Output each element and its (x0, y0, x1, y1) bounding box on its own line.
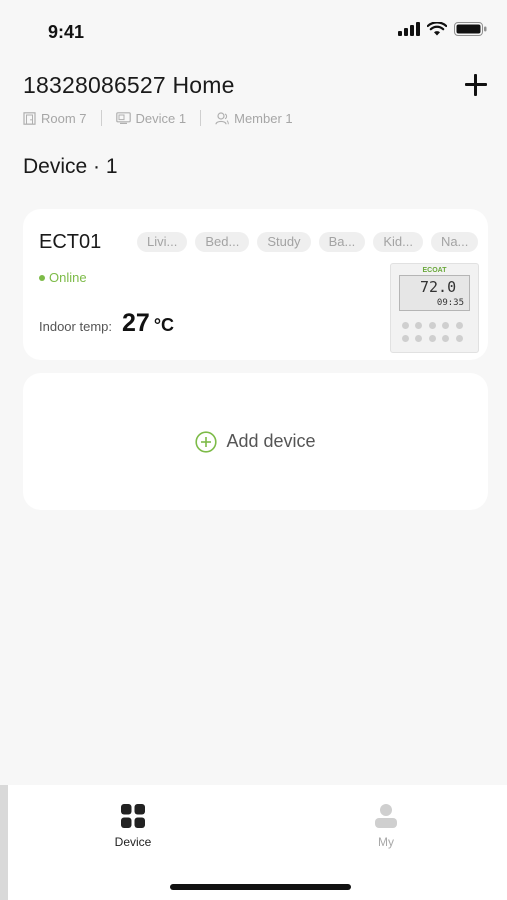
tab-my[interactable]: My (326, 803, 446, 849)
add-button[interactable] (463, 72, 489, 98)
tab-device[interactable]: Device (73, 803, 193, 849)
home-meta: Room 7 Device 1 Member 1 (23, 110, 293, 126)
device-count[interactable]: Device 1 (115, 110, 187, 126)
device-section-title: Device · 1 (23, 155, 118, 178)
add-device-button[interactable]: Add device (23, 373, 488, 510)
indoor-temp: Indoor temp: 27 °C (39, 309, 174, 338)
device-count-label: Device 1 (135, 110, 187, 126)
thermostat-key (442, 335, 450, 342)
indoor-temp-label: Indoor temp: (39, 319, 112, 334)
thermostat-screen-time: 09:35 (436, 298, 464, 308)
thermostat-key (415, 335, 423, 342)
room-count[interactable]: Room 7 (23, 111, 87, 126)
plus-circle-icon (195, 430, 218, 453)
thermostat-image: ECOAT 72.0 09:35 (390, 263, 479, 353)
screen-edge (0, 785, 8, 900)
room-tag[interactable]: Kid... (373, 232, 423, 252)
thermostat-key (402, 335, 409, 342)
device-name: ECT01 (39, 231, 102, 253)
indoor-temp-unit: °C (153, 315, 175, 335)
status-bar: 9:41 (0, 0, 507, 60)
room-tag[interactable]: Livi... (137, 232, 188, 252)
home-title[interactable]: 18328086527 Home (23, 72, 489, 99)
add-device-label: Add device (226, 431, 316, 451)
indoor-temp-value: 27 (122, 309, 150, 337)
device-card[interactable]: ECT01 Livi... Bed... Study Ba... Kid... … (23, 209, 488, 360)
room-tag[interactable]: Ba... (318, 232, 366, 252)
divider (100, 110, 102, 126)
tab-my-label: My (378, 835, 394, 849)
device-icon (115, 112, 131, 124)
tab-device-label: Device (114, 835, 152, 849)
online-status-label: Online (49, 270, 87, 285)
thermostat-keypad (402, 322, 469, 342)
thermostat-key (428, 322, 436, 329)
status-icons (398, 22, 487, 36)
wifi-icon (427, 22, 447, 36)
thermostat-key (402, 322, 409, 329)
thermostat-key (442, 322, 450, 329)
member-icon (215, 111, 229, 124)
door-icon (23, 111, 36, 125)
thermostat-key (455, 335, 463, 342)
thermostat-screen-temp: 72.0 (420, 278, 457, 296)
signal-icon (398, 22, 420, 36)
grid-icon (121, 804, 145, 828)
tab-bar: Device My (8, 785, 507, 900)
person-icon (375, 804, 397, 828)
room-tag[interactable]: Study (257, 232, 311, 252)
battery-icon (454, 22, 487, 36)
thermostat-key (428, 335, 436, 342)
thermostat-brand-logo: ECOAT (422, 267, 447, 274)
room-tag[interactable]: Na... (430, 232, 479, 252)
room-count-label: Room 7 (41, 110, 87, 126)
thermostat-key (455, 322, 463, 329)
home-indicator (170, 884, 351, 890)
divider (200, 110, 202, 126)
member-count[interactable]: Member 1 (215, 111, 293, 126)
online-dot-icon (39, 274, 45, 281)
thermostat-key (415, 322, 423, 329)
room-tag-list: Livi... Bed... Study Ba... Kid... Na... (137, 232, 482, 252)
home-header: 18328086527 Home (23, 72, 489, 99)
thermostat-screen: 72.0 09:35 (399, 275, 470, 311)
room-tag[interactable]: Bed... (195, 232, 250, 252)
online-status: Online (39, 270, 87, 285)
status-time: 9:41 (48, 22, 85, 42)
member-count-label: Member 1 (234, 110, 293, 126)
